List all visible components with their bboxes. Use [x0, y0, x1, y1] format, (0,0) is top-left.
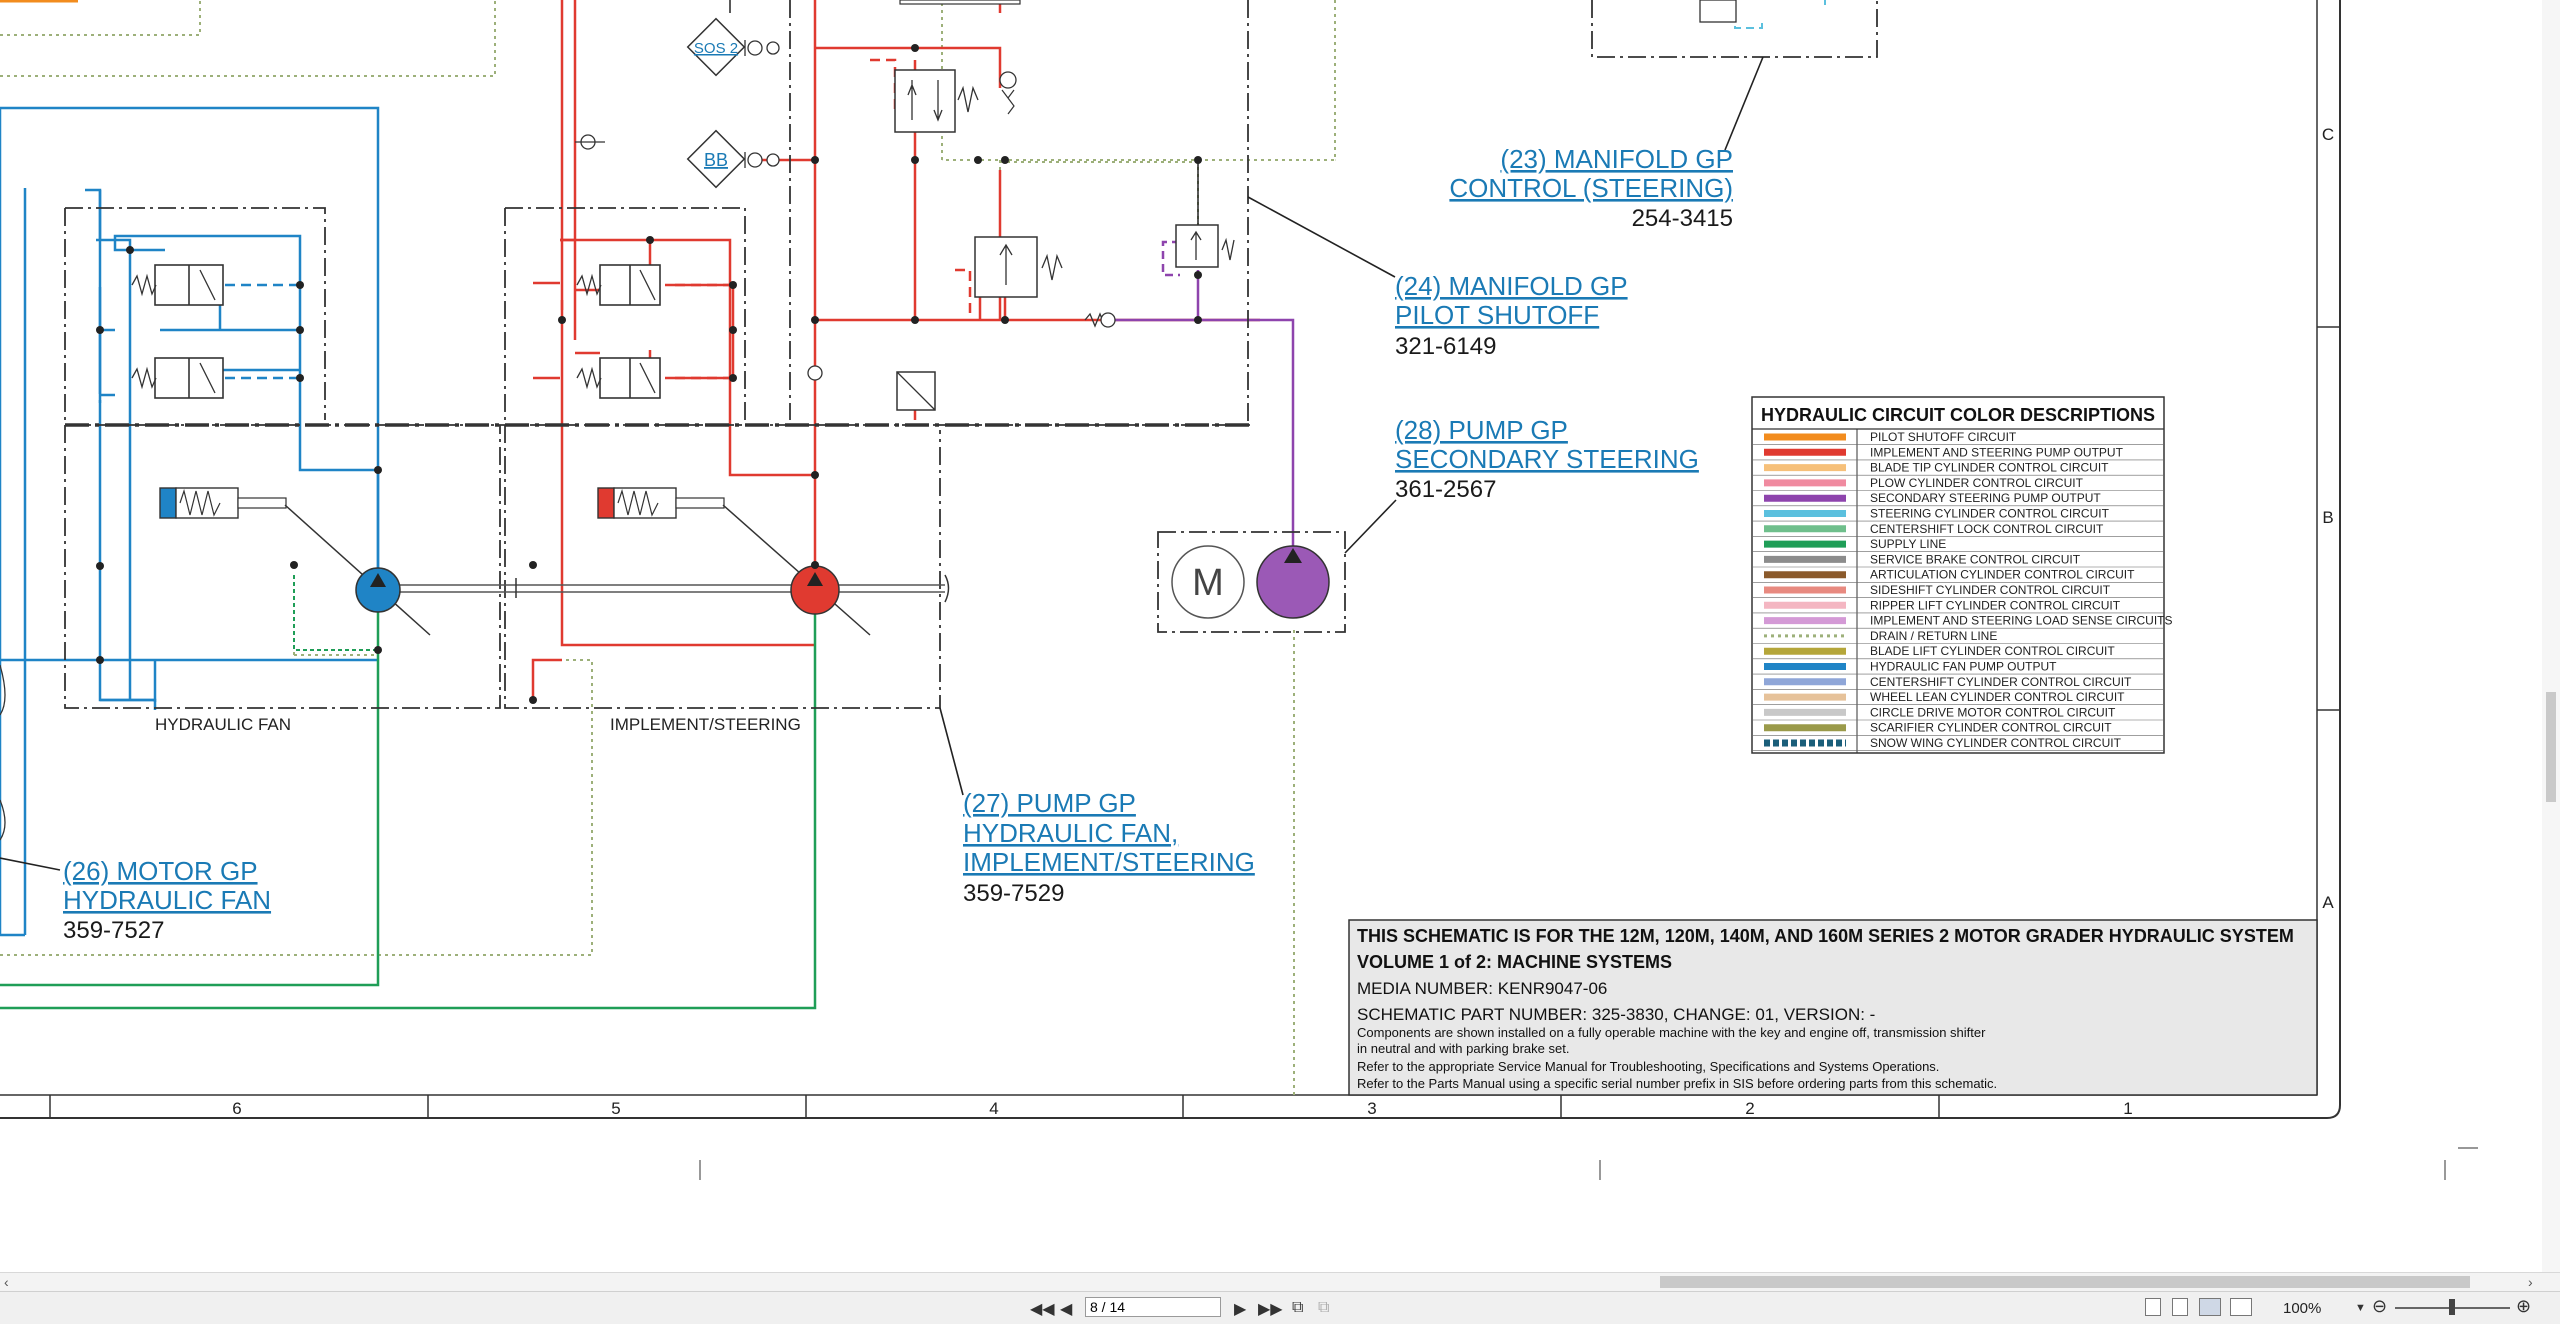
continuous-view-icon[interactable]	[2172, 1298, 2188, 1316]
title-block-note-3: Refer to the appropriate Service Manual …	[1357, 1059, 1939, 1074]
grid-row-c: C	[2322, 125, 2334, 144]
first-page-icon[interactable]: ◀◀	[1030, 1299, 1055, 1319]
callout-23-subtitle[interactable]: CONTROL (STEERING)	[1449, 173, 1733, 203]
title-block-note-4: Refer to the Parts Manual using a specif…	[1357, 1076, 1997, 1091]
callout-26[interactable]: (26) MOTOR GP HYDRAULIC FAN 359-7527	[63, 856, 271, 944]
legend-label: PILOT SHUTOFF CIRCUIT	[1870, 430, 2017, 444]
callout-28[interactable]: (28) PUMP GP SECONDARY STEERING 361-2567	[1395, 415, 1699, 503]
legend-label: CIRCLE DRIVE MOTOR CONTROL CIRCUIT	[1870, 705, 2116, 719]
legend-label: DRAIN / RETURN LINE	[1870, 629, 1997, 643]
title-block-note-1: Components are shown installed on a full…	[1357, 1025, 1986, 1040]
next-page-icon[interactable]: ▶	[1234, 1299, 1246, 1319]
legend-label: PLOW CYLINDER CONTROL CIRCUIT	[1870, 476, 2084, 490]
scroll-left-icon[interactable]: ‹	[4, 1273, 9, 1291]
single-page-view-icon[interactable]	[2145, 1298, 2161, 1316]
vertical-scroll-thumb[interactable]	[2546, 692, 2556, 802]
callout-24-subtitle[interactable]: PILOT SHUTOFF	[1395, 300, 1599, 330]
legend-label: ARTICULATION CYLINDER CONTROL CIRCUIT	[1870, 568, 2135, 582]
callout-26-part-number: 359-7527	[63, 917, 164, 944]
zoom-in-icon[interactable]: ⊕	[2516, 1296, 2531, 1317]
legend-label: SIDESHIFT CYLINDER CONTROL CIRCUIT	[1870, 583, 2111, 597]
scroll-right-icon[interactable]: ›	[2528, 1273, 2533, 1291]
hydraulic-schematic: 6 5 4 3 2 1 C B A M SOS 2 BB HYDRAULIC F…	[0, 0, 2478, 1180]
callout-28-subtitle[interactable]: SECONDARY STEERING	[1395, 444, 1699, 474]
callout-27-part-number: 359-7529	[963, 880, 1064, 907]
circuit-color-legend: HYDRAULIC CIRCUIT COLOR DESCRIPTIONS PIL…	[1751, 396, 2173, 754]
facing-view-icon[interactable]	[2199, 1298, 2221, 1316]
title-block-volume: VOLUME 1 of 2: MACHINE SYSTEMS	[1357, 952, 1672, 972]
viewer-statusbar: ◀◀ ◀ ▶ ▶▶ ⧉ ⧉ 100% ▼ ⊖ ⊕	[0, 1291, 2560, 1324]
title-block-note-2: in neutral and with parking brake set.	[1357, 1041, 1569, 1056]
previous-page-icon[interactable]: ◀	[1060, 1299, 1072, 1319]
vertical-scrollbar[interactable]	[2542, 0, 2560, 1272]
motor-symbol: M	[1192, 562, 1224, 604]
legend-label: STEERING CYLINDER CONTROL CIRCUIT	[1870, 507, 2110, 521]
zoom-out-icon[interactable]: ⊖	[2372, 1296, 2387, 1317]
previous-view-icon[interactable]: ⧉	[1292, 1299, 1303, 1317]
grid-column-6: 6	[232, 1099, 241, 1118]
legend-label: RIPPER LIFT CYLINDER CONTROL CIRCUIT	[1870, 598, 2121, 612]
callout-24-part-number: 321-6149	[1395, 333, 1496, 360]
callout-27[interactable]: (27) PUMP GP HYDRAULIC FAN, IMPLEMENT/ST…	[963, 788, 1255, 907]
legend-label: SNOW WING CYLINDER CONTROL CIRCUIT	[1870, 736, 2122, 750]
callout-23-title[interactable]: (23) MANIFOLD GP	[1500, 144, 1733, 174]
section-label-hydraulic-fan: HYDRAULIC FAN	[155, 715, 291, 734]
title-block-heading: THIS SCHEMATIC IS FOR THE 12M, 120M, 140…	[1357, 926, 2294, 946]
title-block-part-number: SCHEMATIC PART NUMBER: 325-3830, CHANGE:…	[1357, 1005, 1875, 1024]
callout-27-subtitle[interactable]: HYDRAULIC FAN,	[963, 818, 1178, 848]
horizontal-scroll-thumb[interactable]	[1660, 1276, 2470, 1288]
valve-bb[interactable]: BB	[704, 150, 728, 170]
callout-26-subtitle[interactable]: HYDRAULIC FAN	[63, 885, 271, 915]
legend-label: CENTERSHIFT CYLINDER CONTROL CIRCUIT	[1870, 675, 2132, 689]
callout-27-title[interactable]: (27) PUMP GP	[963, 788, 1136, 818]
legend-label: HYDRAULIC FAN PUMP OUTPUT	[1870, 660, 2057, 674]
legend-label: WHEEL LEAN CYLINDER CONTROL CIRCUIT	[1870, 690, 2125, 704]
zoom-slider-knob[interactable]	[2449, 1299, 2455, 1315]
legend-label: BLADE TIP CYLINDER CONTROL CIRCUIT	[1870, 461, 2109, 475]
grid-column-1: 1	[2123, 1099, 2132, 1118]
callout-28-part-number: 361-2567	[1395, 476, 1496, 503]
callout-26-title[interactable]: (26) MOTOR GP	[63, 856, 258, 886]
horizontal-scrollbar[interactable]: ‹ ›	[0, 1272, 2560, 1291]
legend-label: SERVICE BRAKE CONTROL CIRCUIT	[1870, 552, 2081, 566]
zoom-dropdown-icon[interactable]: ▼	[2355, 1302, 2366, 1314]
callout-24[interactable]: (24) MANIFOLD GP PILOT SHUTOFF 321-6149	[1395, 271, 1628, 360]
legend-label: BLADE LIFT CYLINDER CONTROL CIRCUIT	[1870, 644, 2115, 658]
zoom-level[interactable]: 100%	[2283, 1300, 2321, 1317]
page-number-field[interactable]	[1085, 1297, 1221, 1317]
legend-label: IMPLEMENT AND STEERING LOAD SENSE CIRCUI…	[1870, 614, 2173, 628]
legend-label: SUPPLY LINE	[1870, 537, 1946, 551]
legend-label: SCARIFIER CYLINDER CONTROL CIRCUIT	[1870, 721, 2112, 735]
last-page-icon[interactable]: ▶▶	[1258, 1299, 1283, 1319]
grid-row-b: B	[2322, 508, 2333, 527]
valve-sos2[interactable]: SOS 2	[694, 40, 738, 57]
legend-title: HYDRAULIC CIRCUIT COLOR DESCRIPTIONS	[1761, 405, 2155, 425]
section-label-implement-steering: IMPLEMENT/STEERING	[610, 715, 801, 734]
callout-28-title[interactable]: (28) PUMP GP	[1395, 415, 1568, 445]
legend-label: SECONDARY STEERING PUMP OUTPUT	[1870, 491, 2101, 505]
continuous-facing-view-icon[interactable]	[2230, 1298, 2252, 1316]
callout-24-title[interactable]: (24) MANIFOLD GP	[1395, 271, 1628, 301]
callout-23-part-number: 254-3415	[1632, 205, 1733, 232]
grid-column-3: 3	[1367, 1099, 1376, 1118]
grid-column-2: 2	[1745, 1099, 1754, 1118]
callout-27-subtitle-2[interactable]: IMPLEMENT/STEERING	[963, 847, 1255, 877]
legend-label: IMPLEMENT AND STEERING PUMP OUTPUT	[1870, 445, 2124, 459]
title-block-media-number: MEDIA NUMBER: KENR9047-06	[1357, 979, 1607, 998]
next-view-icon[interactable]: ⧉	[1318, 1299, 1329, 1317]
callout-23[interactable]: (23) MANIFOLD GP CONTROL (STEERING) 254-…	[1449, 144, 1733, 232]
grid-row-a: A	[2322, 893, 2334, 912]
legend-label: CENTERSHIFT LOCK CONTROL CIRCUIT	[1870, 522, 2104, 536]
grid-column-4: 4	[989, 1099, 998, 1118]
title-block: THIS SCHEMATIC IS FOR THE 12M, 120M, 140…	[1348, 919, 2318, 1096]
grid-column-5: 5	[611, 1099, 620, 1118]
document-viewport[interactable]: 6 5 4 3 2 1 C B A M SOS 2 BB HYDRAULIC F…	[0, 0, 2560, 1270]
